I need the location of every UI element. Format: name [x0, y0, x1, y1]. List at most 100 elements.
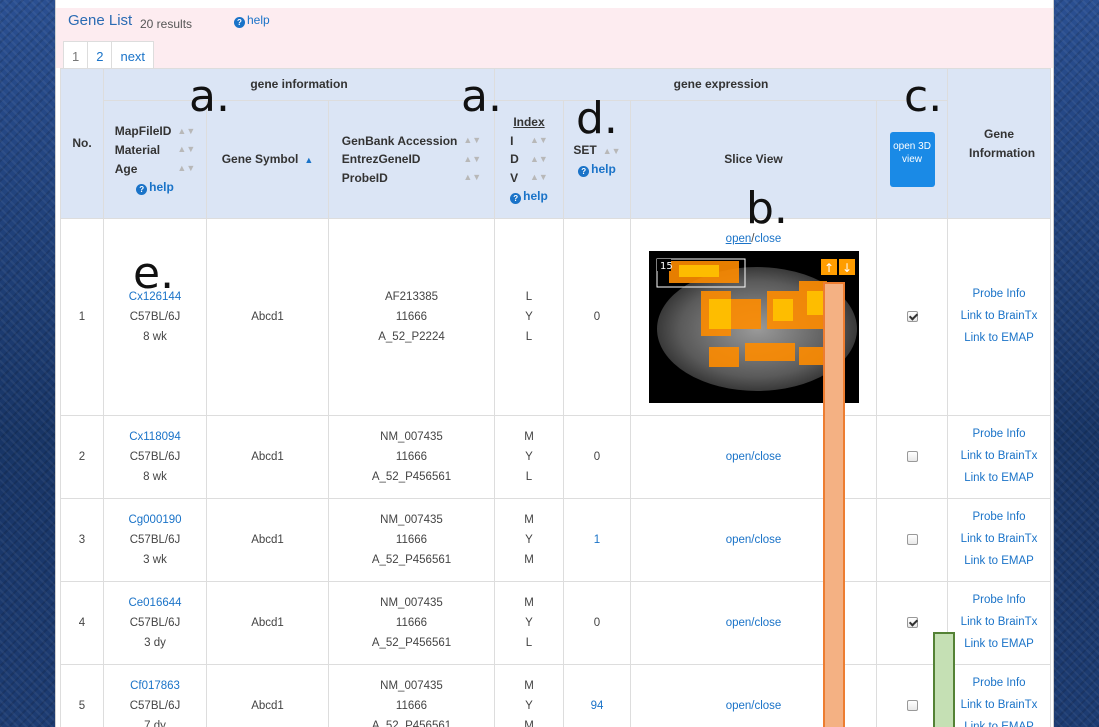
- sort-icon: ▲▼: [177, 162, 196, 173]
- slice-open-link[interactable]: open: [726, 233, 752, 245]
- table-row: 3 Cg000190 C57BL/6J 3 wk Abcd1 NM_007435…: [60, 498, 1052, 582]
- probe-info-link[interactable]: Probe Info: [948, 284, 1050, 306]
- sort-index-i[interactable]: I ▲▼: [510, 132, 548, 151]
- row-number: 1: [60, 218, 104, 416]
- row-number: 5: [60, 664, 104, 727]
- index-i-label: I: [510, 133, 514, 148]
- slice-open-close-link[interactable]: open/close: [726, 700, 782, 712]
- probe-info-link[interactable]: Probe Info: [948, 673, 1050, 695]
- next-page-link[interactable]: next: [111, 41, 155, 71]
- sort-icon: ▲▼: [177, 125, 196, 136]
- age-label: Age: [114, 161, 138, 176]
- annotation-a2: a.: [461, 71, 502, 122]
- emap-link[interactable]: Link to EMAP: [948, 468, 1050, 490]
- accession-cell: NM_007435 11666 A_52_P456561: [328, 581, 495, 665]
- 3d-view-checkbox[interactable]: [906, 617, 918, 629]
- sort-material[interactable]: Material ▲▼: [115, 141, 196, 160]
- set-value: 0: [593, 310, 601, 323]
- table-row: 4 Ce016644 C57BL/6J 3 dy Abcd1 NM_007435…: [60, 581, 1052, 665]
- mapfile-id-link[interactable]: Ce016644: [104, 593, 206, 613]
- 3d-view-checkbox[interactable]: [906, 311, 918, 323]
- sort-icon: ▲▼: [530, 172, 548, 183]
- gene-links-cell: Probe Info Link to BrainTx Link to EMAP: [947, 498, 1052, 582]
- age-value: 3 wk: [143, 554, 167, 567]
- braintx-link[interactable]: Link to BrainTx: [948, 612, 1050, 634]
- slice-down-arrow[interactable]: ↓: [842, 261, 852, 275]
- mapfile-id-link[interactable]: Cx118094: [104, 427, 206, 447]
- emap-link[interactable]: Link to EMAP: [948, 634, 1050, 656]
- index-cell: M Y L: [494, 581, 564, 665]
- sort-probeid[interactable]: ProbeID ▲▼: [342, 169, 481, 188]
- braintx-link[interactable]: Link to BrainTx: [948, 446, 1050, 468]
- age-value: 8 wk: [143, 471, 167, 484]
- help-link[interactable]: ? help: [234, 13, 270, 28]
- gene-information-label: Gene Information: [969, 126, 1036, 160]
- slice-close-link[interactable]: close: [754, 233, 781, 245]
- set-value-link[interactable]: 94: [591, 700, 604, 712]
- emap-link[interactable]: Link to EMAP: [948, 551, 1050, 573]
- slice-up-arrow[interactable]: ↑: [824, 261, 834, 275]
- table-row: 5 Cf017863 C57BL/6J 7 dy Abcd1 NM_007435…: [60, 664, 1052, 727]
- mapfile-id-link[interactable]: Cf017863: [104, 676, 206, 696]
- sort-icon: ▲▼: [463, 153, 482, 164]
- open-3d-view-button[interactable]: open 3D view: [889, 132, 935, 187]
- probe-id-value: A_52_P456561: [371, 637, 452, 650]
- sort-icon: ▲▼: [463, 172, 482, 183]
- sort-asc-icon: ▲: [304, 155, 314, 166]
- genbank-accession-value: AF213385: [384, 290, 439, 303]
- probe-info-link[interactable]: Probe Info: [948, 507, 1050, 529]
- accession-cell: NM_007435 11666 A_52_P456561: [328, 415, 495, 499]
- gene-links-cell: Probe Info Link to BrainTx Link to EMAP: [947, 664, 1052, 727]
- emap-link[interactable]: Link to EMAP: [948, 328, 1050, 350]
- 3d-view-checkbox[interactable]: [906, 534, 918, 546]
- sort-entrez[interactable]: EntrezGeneID ▲▼: [342, 150, 481, 169]
- probe-info-link[interactable]: Probe Info: [948, 590, 1050, 612]
- braintx-link[interactable]: Link to BrainTx: [948, 695, 1050, 717]
- braintx-link[interactable]: Link to BrainTx: [948, 529, 1050, 551]
- mapfile-cell: Cf017863 C57BL/6J 7 dy: [103, 664, 207, 727]
- mapfile-help-link[interactable]: ? help: [115, 178, 196, 197]
- slice-open-close-link[interactable]: open/close: [726, 534, 782, 546]
- slice-open-close-link[interactable]: open/close: [726, 617, 782, 629]
- genbank-accession-value: NM_007435: [380, 596, 443, 609]
- index-title: Index: [513, 115, 545, 130]
- gene-links-cell: Probe Info Link to BrainTx Link to EMAP: [947, 218, 1052, 416]
- index-v-value: L: [525, 637, 533, 650]
- entrez-label: EntrezGeneID: [341, 152, 421, 167]
- index-d-label: D: [510, 152, 519, 167]
- index-help-link[interactable]: ? help: [510, 187, 548, 206]
- page-2-link[interactable]: 2: [87, 41, 113, 71]
- help-label: help: [247, 13, 270, 27]
- braintx-link[interactable]: Link to BrainTx: [948, 306, 1050, 328]
- age-value: 7 dy: [144, 720, 166, 727]
- gene-list-panel: Gene List 20 results ? help 1 2 next No. …: [55, 0, 1054, 727]
- index-d-value: Y: [525, 699, 533, 712]
- emap-link[interactable]: Link to EMAP: [948, 717, 1050, 727]
- mapfile-cell: Ce016644 C57BL/6J 3 dy: [103, 581, 207, 665]
- slice-number: 15: [660, 261, 673, 272]
- 3d-view-checkbox[interactable]: [906, 451, 918, 463]
- mapfile-id-link[interactable]: Cg000190: [104, 510, 206, 530]
- slice-open-close-link[interactable]: open/close: [726, 451, 782, 463]
- col-index: Index I ▲▼ D ▲▼ V ▲▼ ? help: [494, 100, 564, 219]
- material-value: C57BL/6J: [129, 450, 181, 463]
- sort-genbank[interactable]: GenBank Accession ▲▼: [342, 132, 481, 151]
- entrez-gene-id-value: 11666: [395, 533, 428, 546]
- annotation-d: d.: [576, 93, 618, 144]
- table-row: 2 Cx118094 C57BL/6J 8 wk Abcd1 NM_007435…: [60, 415, 1052, 499]
- page-1-link[interactable]: 1: [63, 41, 89, 71]
- sort-mapfileid[interactable]: MapFileID ▲▼: [115, 122, 196, 141]
- probe-info-link[interactable]: Probe Info: [948, 424, 1050, 446]
- set-value-link[interactable]: 1: [594, 534, 600, 546]
- material-value: C57BL/6J: [129, 310, 181, 323]
- index-v-value: L: [525, 471, 533, 484]
- set-help-link[interactable]: ? help: [564, 160, 630, 179]
- probe-id-value: A_52_P456561: [371, 471, 452, 484]
- group-gene-information: gene information: [103, 68, 495, 101]
- sort-age[interactable]: Age ▲▼: [115, 160, 196, 179]
- 3d-view-checkbox[interactable]: [906, 700, 918, 712]
- sort-icon: ▲▼: [530, 134, 548, 145]
- sort-index-d[interactable]: D ▲▼: [510, 150, 548, 169]
- index-v-label: V: [510, 170, 519, 185]
- sort-index-v[interactable]: V ▲▼: [510, 169, 548, 188]
